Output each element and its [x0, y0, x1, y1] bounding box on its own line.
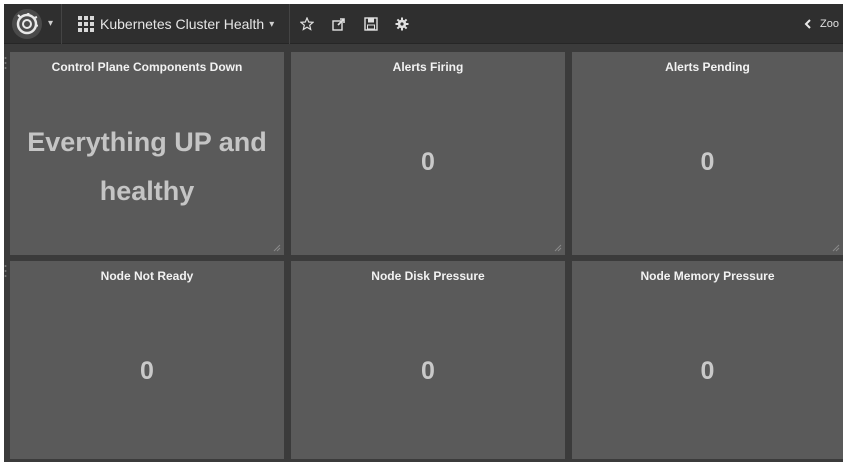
panel-title: Alerts Firing: [392, 60, 464, 74]
resize-handle-icon[interactable]: [832, 244, 840, 252]
panel-status-text: Everything UP and healthy: [10, 118, 284, 216]
panel-title: Control Plane Components Down: [51, 60, 243, 74]
panel-status-line: Everything UP and: [27, 127, 267, 157]
panel-alerts-firing[interactable]: Alerts Firing 0: [291, 52, 565, 255]
star-icon[interactable]: [298, 15, 316, 33]
panel-value: 0: [421, 148, 435, 176]
panel-control-plane-components-down[interactable]: Control Plane Components Down Everything…: [10, 52, 284, 255]
top-navbar: ▾ Kubernetes Cluster Health ▾ Zoo: [4, 4, 843, 44]
zoom-out-button[interactable]: Zoo: [804, 4, 843, 44]
panel-alerts-pending[interactable]: Alerts Pending 0: [572, 52, 843, 255]
share-icon[interactable]: [330, 15, 348, 33]
row-drag-handle[interactable]: [4, 56, 7, 70]
row-drag-handle[interactable]: [4, 264, 7, 278]
panel-title: Alerts Pending: [665, 60, 750, 74]
panel-node-disk-pressure[interactable]: Node Disk Pressure 0: [291, 261, 565, 459]
panel-node-memory-pressure[interactable]: Node Memory Pressure 0: [572, 261, 843, 459]
panel-title: Node Disk Pressure: [371, 269, 485, 283]
resize-handle-icon[interactable]: [273, 244, 281, 252]
panel-title: Node Memory Pressure: [640, 269, 775, 283]
panel-value: 0: [700, 357, 715, 385]
dashboard-picker-button[interactable]: Kubernetes Cluster Health ▾: [64, 4, 290, 44]
panel-status-line: healthy: [99, 176, 195, 206]
panel-value: 0: [140, 357, 154, 385]
chevron-left-icon: [804, 19, 811, 29]
chevron-down-icon: ▾: [269, 18, 275, 30]
grafana-logo-icon: [12, 9, 42, 39]
grafana-dashboard: ▾ Kubernetes Cluster Health ▾ Zoo Contro…: [4, 4, 843, 462]
save-icon[interactable]: [362, 15, 380, 33]
dashboard-grid-icon: [78, 16, 94, 32]
gear-icon[interactable]: [393, 15, 411, 33]
dashboard-title: Kubernetes Cluster Health: [100, 16, 265, 32]
chevron-down-icon: ▾: [48, 18, 54, 29]
grafana-menu-button[interactable]: ▾: [4, 4, 62, 44]
panel-title: Node Not Ready: [100, 269, 194, 283]
resize-handle-icon[interactable]: [554, 244, 562, 252]
zoom-label: Zoo: [820, 18, 839, 30]
panel-value: 0: [700, 148, 715, 176]
panel-node-not-ready[interactable]: Node Not Ready 0: [10, 261, 284, 459]
panel-value: 0: [421, 357, 435, 385]
